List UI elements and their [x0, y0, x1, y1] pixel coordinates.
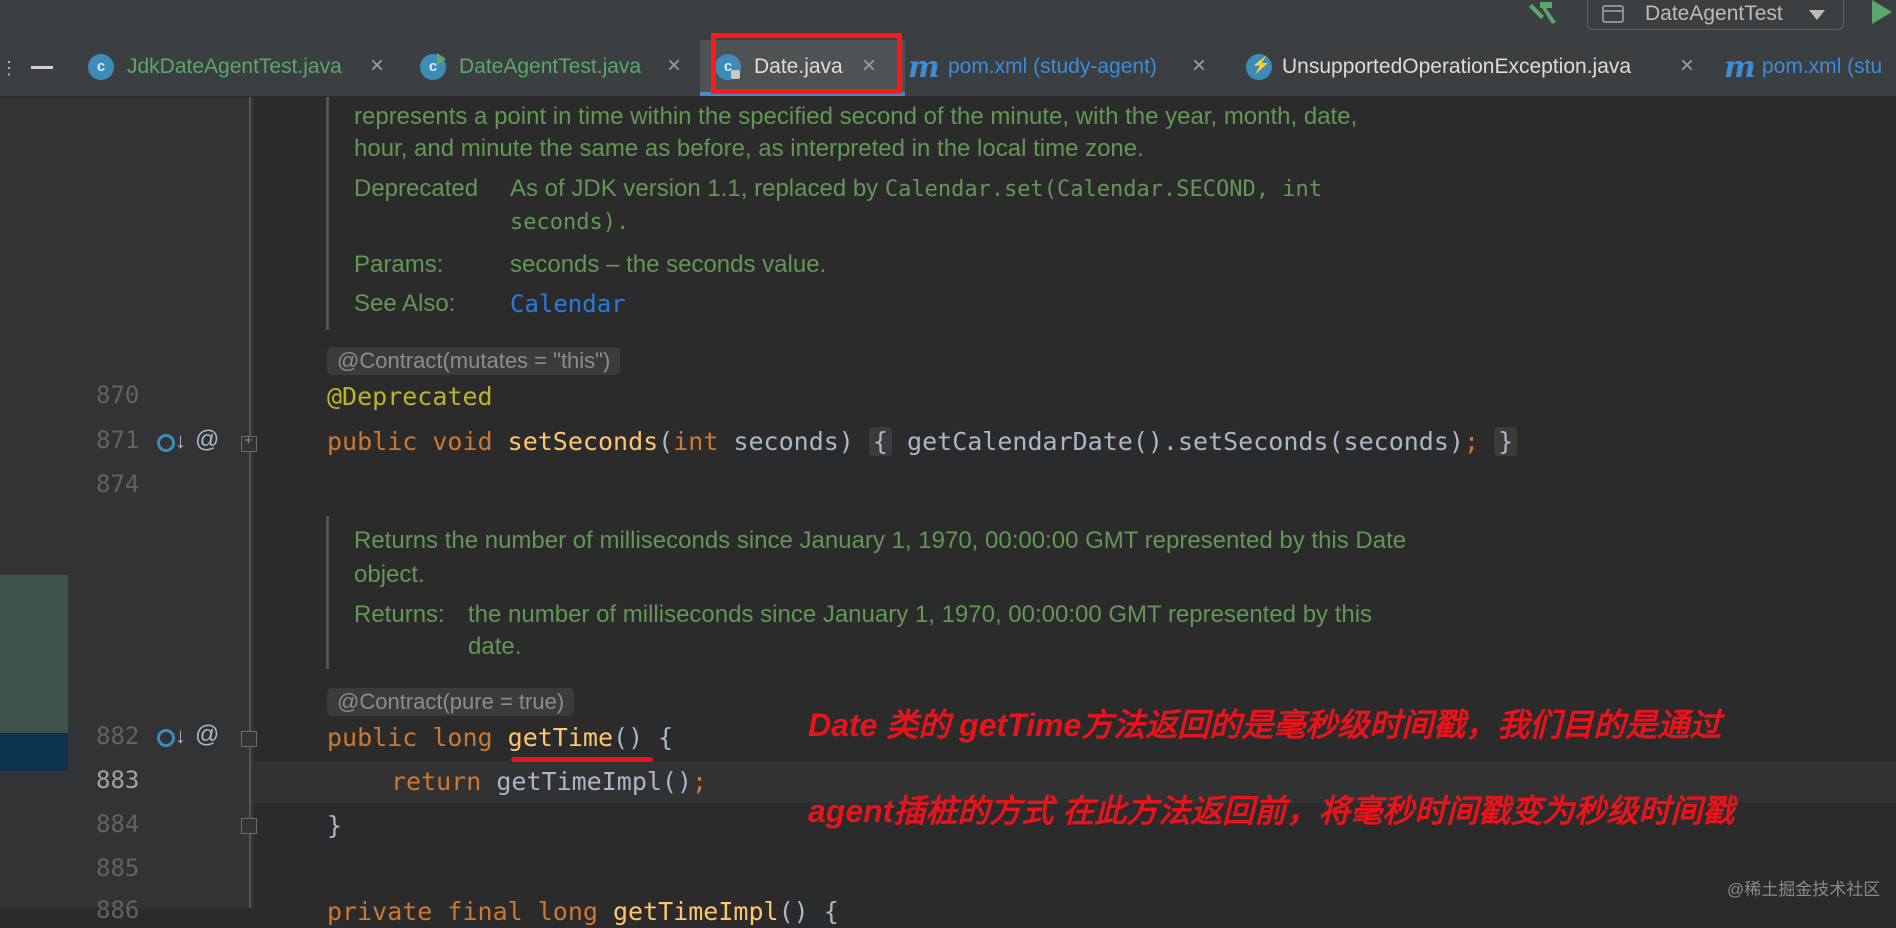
run-config-icon [1602, 5, 1624, 23]
code-line-886: private final long getTimeImpl() { [327, 897, 839, 926]
annotation-at-icon[interactable]: @ [195, 426, 219, 454]
doc-returns-text: the number of milliseconds since January… [468, 601, 1373, 628]
close-icon[interactable]: × [1680, 52, 1694, 80]
tab-bar-controls: ⋮ [0, 40, 68, 96]
doc-see-also-link[interactable]: Calendar [510, 288, 626, 320]
close-icon[interactable]: × [370, 52, 384, 80]
doc-deprecated-label: Deprecated [354, 175, 479, 202]
line-number: 885 [96, 854, 140, 882]
tab-label: DateAgentTest.java [459, 55, 642, 78]
overrides-method-icon[interactable] [157, 729, 175, 747]
tab-label: UnsupportedOperationException.java [1282, 55, 1632, 78]
side-strip [0, 97, 68, 908]
doc-returns-label: Returns: [354, 601, 445, 628]
line-number: 882 [96, 722, 140, 750]
underline-annotation [511, 757, 653, 762]
editor-tab-bar: ⋮ c JdkDateAgentTest.java × c DateAgentT… [0, 40, 1896, 97]
java-class-run-icon: c [420, 53, 446, 80]
scroll-marker [0, 733, 68, 771]
close-icon[interactable]: × [1192, 52, 1206, 80]
contract-inlay-hint: @Contract(pure = true) [327, 688, 575, 716]
tab-unsupportedoperationexception[interactable]: UnsupportedOperationException.java × [1240, 40, 1722, 96]
fold-collapse-icon[interactable] [241, 731, 257, 747]
run-config-label: DateAgentTest [1645, 2, 1783, 25]
code-line-882: public long getTime() { [327, 723, 674, 752]
highlight-box-annotation [711, 33, 902, 94]
tab-pom-truncated[interactable]: m pom.xml (stu [1720, 40, 1896, 96]
doc-text: Returns the number of milliseconds since… [354, 527, 1407, 554]
tab-jdkdateagenttest[interactable]: c JdkDateAgentTest.java × [70, 40, 400, 96]
more-dots-icon[interactable]: ⋮ [0, 59, 18, 77]
gutter-divider [249, 97, 251, 908]
line-number: 874 [96, 470, 140, 498]
overrides-method-icon[interactable] [157, 434, 175, 452]
line-number: 886 [96, 896, 140, 924]
annotation-note-line1: Date 类的 getTime方法返回的是毫秒级时间戳，我们目的是通过 [808, 707, 1722, 743]
close-icon[interactable]: × [667, 52, 681, 80]
code-line-870: @Deprecated [327, 382, 493, 411]
code-line-883: return getTimeImpl(); [391, 767, 708, 796]
line-number: 871 [96, 426, 140, 454]
build-hammer-icon[interactable] [1526, 0, 1566, 30]
code-line-871: public void setSeconds(int seconds) { ge… [327, 426, 1518, 458]
arrow-down-icon: ↓ [175, 428, 186, 453]
tab-label: pom.xml (stu [1762, 55, 1883, 78]
code-line-884: } [327, 811, 343, 840]
tab-label: pom.xml (study-agent) [948, 55, 1157, 78]
doc-deprecated-text: As of JDK version 1.1, replaced by Calen… [510, 175, 1322, 202]
contract-inlay-hint: @Contract(mutates = "this") [327, 347, 621, 375]
exception-class-icon [1246, 54, 1272, 80]
run-icon[interactable] [1872, 0, 1892, 24]
java-class-icon: c [88, 54, 114, 80]
doc-comment-bar [326, 516, 329, 669]
run-configuration-selector[interactable]: DateAgentTest [1587, 0, 1844, 30]
fold-end-icon[interactable] [241, 818, 257, 834]
maven-icon: m [908, 50, 940, 85]
doc-comment-bar [326, 97, 329, 330]
maven-icon: m [1724, 50, 1756, 85]
doc-returns-text: date. [468, 633, 522, 660]
doc-text: hour, and minute the same as before, as … [354, 135, 1144, 162]
watermark: @稀土掘金技术社区 [1727, 880, 1881, 899]
chevron-down-icon [1809, 10, 1825, 20]
doc-text: represents a point in time within the sp… [354, 103, 1358, 130]
line-number: 884 [96, 810, 140, 838]
tab-dateagenttest[interactable]: c DateAgentTest.java × [405, 40, 695, 96]
tab-label: JdkDateAgentTest.java [127, 55, 342, 78]
main-toolbar: DateAgentTest [0, 0, 1896, 40]
doc-text: object. [354, 561, 425, 588]
fold-expand-icon[interactable] [241, 432, 257, 452]
doc-deprecated-code: seconds). [510, 210, 630, 235]
doc-params-text: seconds – the seconds value. [510, 251, 827, 278]
line-number: 870 [96, 381, 140, 409]
collapse-icon[interactable] [31, 66, 53, 69]
doc-params-label: Params: [354, 251, 444, 278]
annotation-note-line2: agent插桩的方式 在此方法返回前，将毫秒时间戳变为秒级时间戳 [808, 793, 1735, 829]
arrow-down-icon: ↓ [175, 723, 186, 748]
tab-pom-study-agent[interactable]: m pom.xml (study-agent) × [908, 40, 1220, 96]
doc-see-also-label: See Also: [354, 290, 456, 317]
annotation-at-icon[interactable]: @ [195, 721, 219, 749]
diff-marker [0, 575, 68, 733]
line-number-current: 883 [96, 766, 140, 794]
